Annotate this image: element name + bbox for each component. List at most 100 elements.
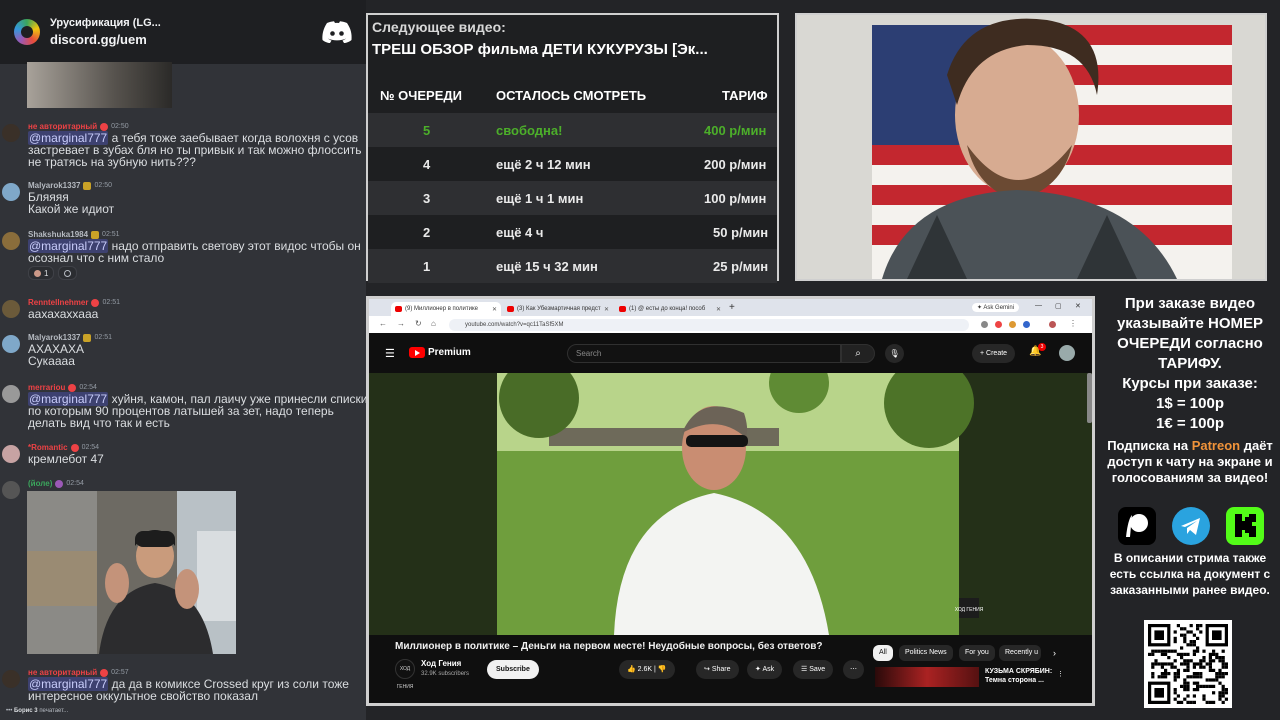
browser-tab[interactable]: (1) @ есты до конца! пособ ✕ <box>615 302 725 316</box>
youtube-play-icon <box>409 347 425 358</box>
username[interactable]: *Romantic <box>28 443 68 452</box>
avatar[interactable] <box>2 124 20 142</box>
queue-number: 2 <box>423 225 431 240</box>
more-actions-icon[interactable]: ⋯ <box>843 660 864 679</box>
create-button[interactable]: + Create <box>972 344 1016 363</box>
search-input[interactable]: Search <box>567 344 841 363</box>
avatar[interactable] <box>2 481 20 499</box>
chip-recently-uploaded[interactable]: Recently u <box>999 645 1041 661</box>
url-field[interactable]: youtube.com/watch?v=qc11TaSf5XM <box>449 319 969 331</box>
channel-avatar[interactable]: ХОД ГЕНИЯ <box>395 659 415 690</box>
back-icon[interactable]: ← <box>379 319 387 328</box>
video-player[interactable]: ХОД ГЕНИЯ <box>369 373 1092 635</box>
avatar[interactable] <box>2 445 20 463</box>
telegram-icon[interactable] <box>1172 507 1210 545</box>
account-avatar[interactable] <box>1059 345 1075 361</box>
message-text: @marginal777 да да в комиксе Crossed кру… <box>28 677 349 703</box>
microphone-icon[interactable]: 🎙 <box>885 344 904 363</box>
username[interactable]: merrariou <box>28 383 65 392</box>
subscribe-button[interactable]: Subscribe <box>487 660 539 679</box>
maximize-icon[interactable]: ▢ <box>1055 302 1062 310</box>
recommended-thumbnail[interactable] <box>875 667 979 687</box>
save-icon: ☰ <box>801 666 808 673</box>
username[interactable]: Malyarok1337 <box>28 181 80 190</box>
hamburger-menu-icon[interactable]: ☰ <box>385 347 395 360</box>
patreon-icon[interactable] <box>1118 507 1156 545</box>
patreon-link[interactable]: Patreon <box>1192 438 1240 453</box>
ask-button[interactable]: ✦ Ask <box>747 660 783 679</box>
invite-link[interactable]: discord.gg/uem <box>50 32 322 47</box>
chat-photo-attachment[interactable] <box>27 491 236 654</box>
username[interactable]: Renntellnehmer <box>28 298 88 307</box>
avatar[interactable] <box>2 300 20 318</box>
photo-man-in-beanie <box>27 491 236 654</box>
username[interactable]: Malyarok1337 <box>28 333 80 342</box>
youtube-logo[interactable]: Premium <box>409 347 471 358</box>
timestamp: 02:50 <box>111 123 129 130</box>
like-button[interactable]: 👍 2.6K | 👎 <box>619 660 675 679</box>
username[interactable]: (йоле) <box>28 479 52 488</box>
qr-code[interactable] <box>1144 620 1232 708</box>
share-button[interactable]: ↪ Share <box>696 660 739 679</box>
minimize-icon[interactable]: — <box>1035 302 1042 309</box>
chip-politics-news[interactable]: Politics News <box>899 645 953 661</box>
thumbs-down-icon[interactable]: 👎 <box>658 666 667 673</box>
thumbs-up-icon: 👍 <box>627 666 636 673</box>
menu-dots-icon[interactable]: ⋮ <box>1069 319 1077 328</box>
avatar[interactable] <box>2 335 20 353</box>
chat-image-attachment[interactable] <box>27 62 172 108</box>
forward-icon[interactable]: → <box>397 319 405 328</box>
emoji-badge-icon <box>83 333 92 342</box>
chip-all[interactable]: All <box>873 645 893 661</box>
queue-remaining: ещё 15 ч 32 мин <box>496 259 598 274</box>
reload-icon[interactable]: ↻ <box>415 319 422 328</box>
queue-remaining: свободна! <box>496 123 563 138</box>
extension-icon[interactable] <box>995 321 1002 328</box>
message-text: Бляяяя Какой же идиот <box>28 190 115 216</box>
save-button[interactable]: ☰ Save <box>793 660 834 679</box>
reaction[interactable]: 1 <box>28 266 55 280</box>
close-tab-icon[interactable]: ✕ <box>604 306 609 313</box>
close-tab-icon[interactable]: ✕ <box>716 306 721 313</box>
profile-icon[interactable] <box>1049 321 1056 328</box>
extension-icon[interactable] <box>1009 321 1016 328</box>
avatar[interactable] <box>2 670 20 688</box>
avatar[interactable] <box>2 385 20 403</box>
channel-watermark: ХОД ГЕНИЯ <box>955 607 984 613</box>
share-icon: ↪ <box>704 666 710 673</box>
username[interactable]: не авторитарный <box>28 122 97 131</box>
kick-icon[interactable] <box>1226 507 1264 545</box>
browser-tab[interactable]: (9) Миллионер в политике ✕ <box>391 302 501 316</box>
queue-row: 5 свободна! 400 р/мин <box>368 113 777 147</box>
browser-window: (9) Миллионер в политике ✕ (3) Как Убезма… <box>366 296 1095 706</box>
add-reaction-button[interactable] <box>58 266 78 280</box>
queue-remaining: ещё 1 ч 1 мин <box>496 191 584 206</box>
eur-rate: 1€ = 100р <box>1156 415 1224 432</box>
timestamp: 02:54 <box>66 480 84 487</box>
chevron-right-icon[interactable]: › <box>1047 645 1062 661</box>
close-tab-icon[interactable]: ✕ <box>492 306 497 313</box>
home-icon[interactable]: ⌂ <box>431 319 436 328</box>
search-icon[interactable]: ⌕ <box>841 344 875 363</box>
queue-rate: 25 р/мин <box>713 259 769 274</box>
video-title: Миллионер в политике – Деньги на первом … <box>395 641 823 652</box>
avatar[interactable] <box>2 183 20 201</box>
recommended-menu-icon[interactable]: ⋮ <box>1057 665 1064 684</box>
role-badge-icon <box>100 668 109 677</box>
username[interactable]: не авторитарный <box>28 668 97 677</box>
queue-row: 4 ещё 2 ч 12 мин 200 р/мин <box>368 147 777 181</box>
channel-name[interactable]: Ход Гения <box>421 659 461 668</box>
queue-rate: 50 р/мин <box>713 225 769 240</box>
queue-rate: 100 р/мин <box>704 191 767 206</box>
extension-icon[interactable] <box>1023 321 1030 328</box>
chip-for-you[interactable]: For you <box>959 645 995 661</box>
extension-icon[interactable] <box>981 321 988 328</box>
browser-tab[interactable]: (3) Как Убезмартичная предст ✕ <box>503 302 613 316</box>
close-window-icon[interactable]: ✕ <box>1075 302 1081 310</box>
username[interactable]: Shakshuka1984 <box>28 230 88 239</box>
ask-gemini-button[interactable]: ✦ Ask Gemini <box>972 303 1020 312</box>
avatar[interactable] <box>2 232 20 250</box>
role-badge-icon <box>100 122 109 131</box>
new-tab-button[interactable]: + <box>729 302 735 313</box>
page-scrollbar[interactable] <box>1087 373 1092 423</box>
